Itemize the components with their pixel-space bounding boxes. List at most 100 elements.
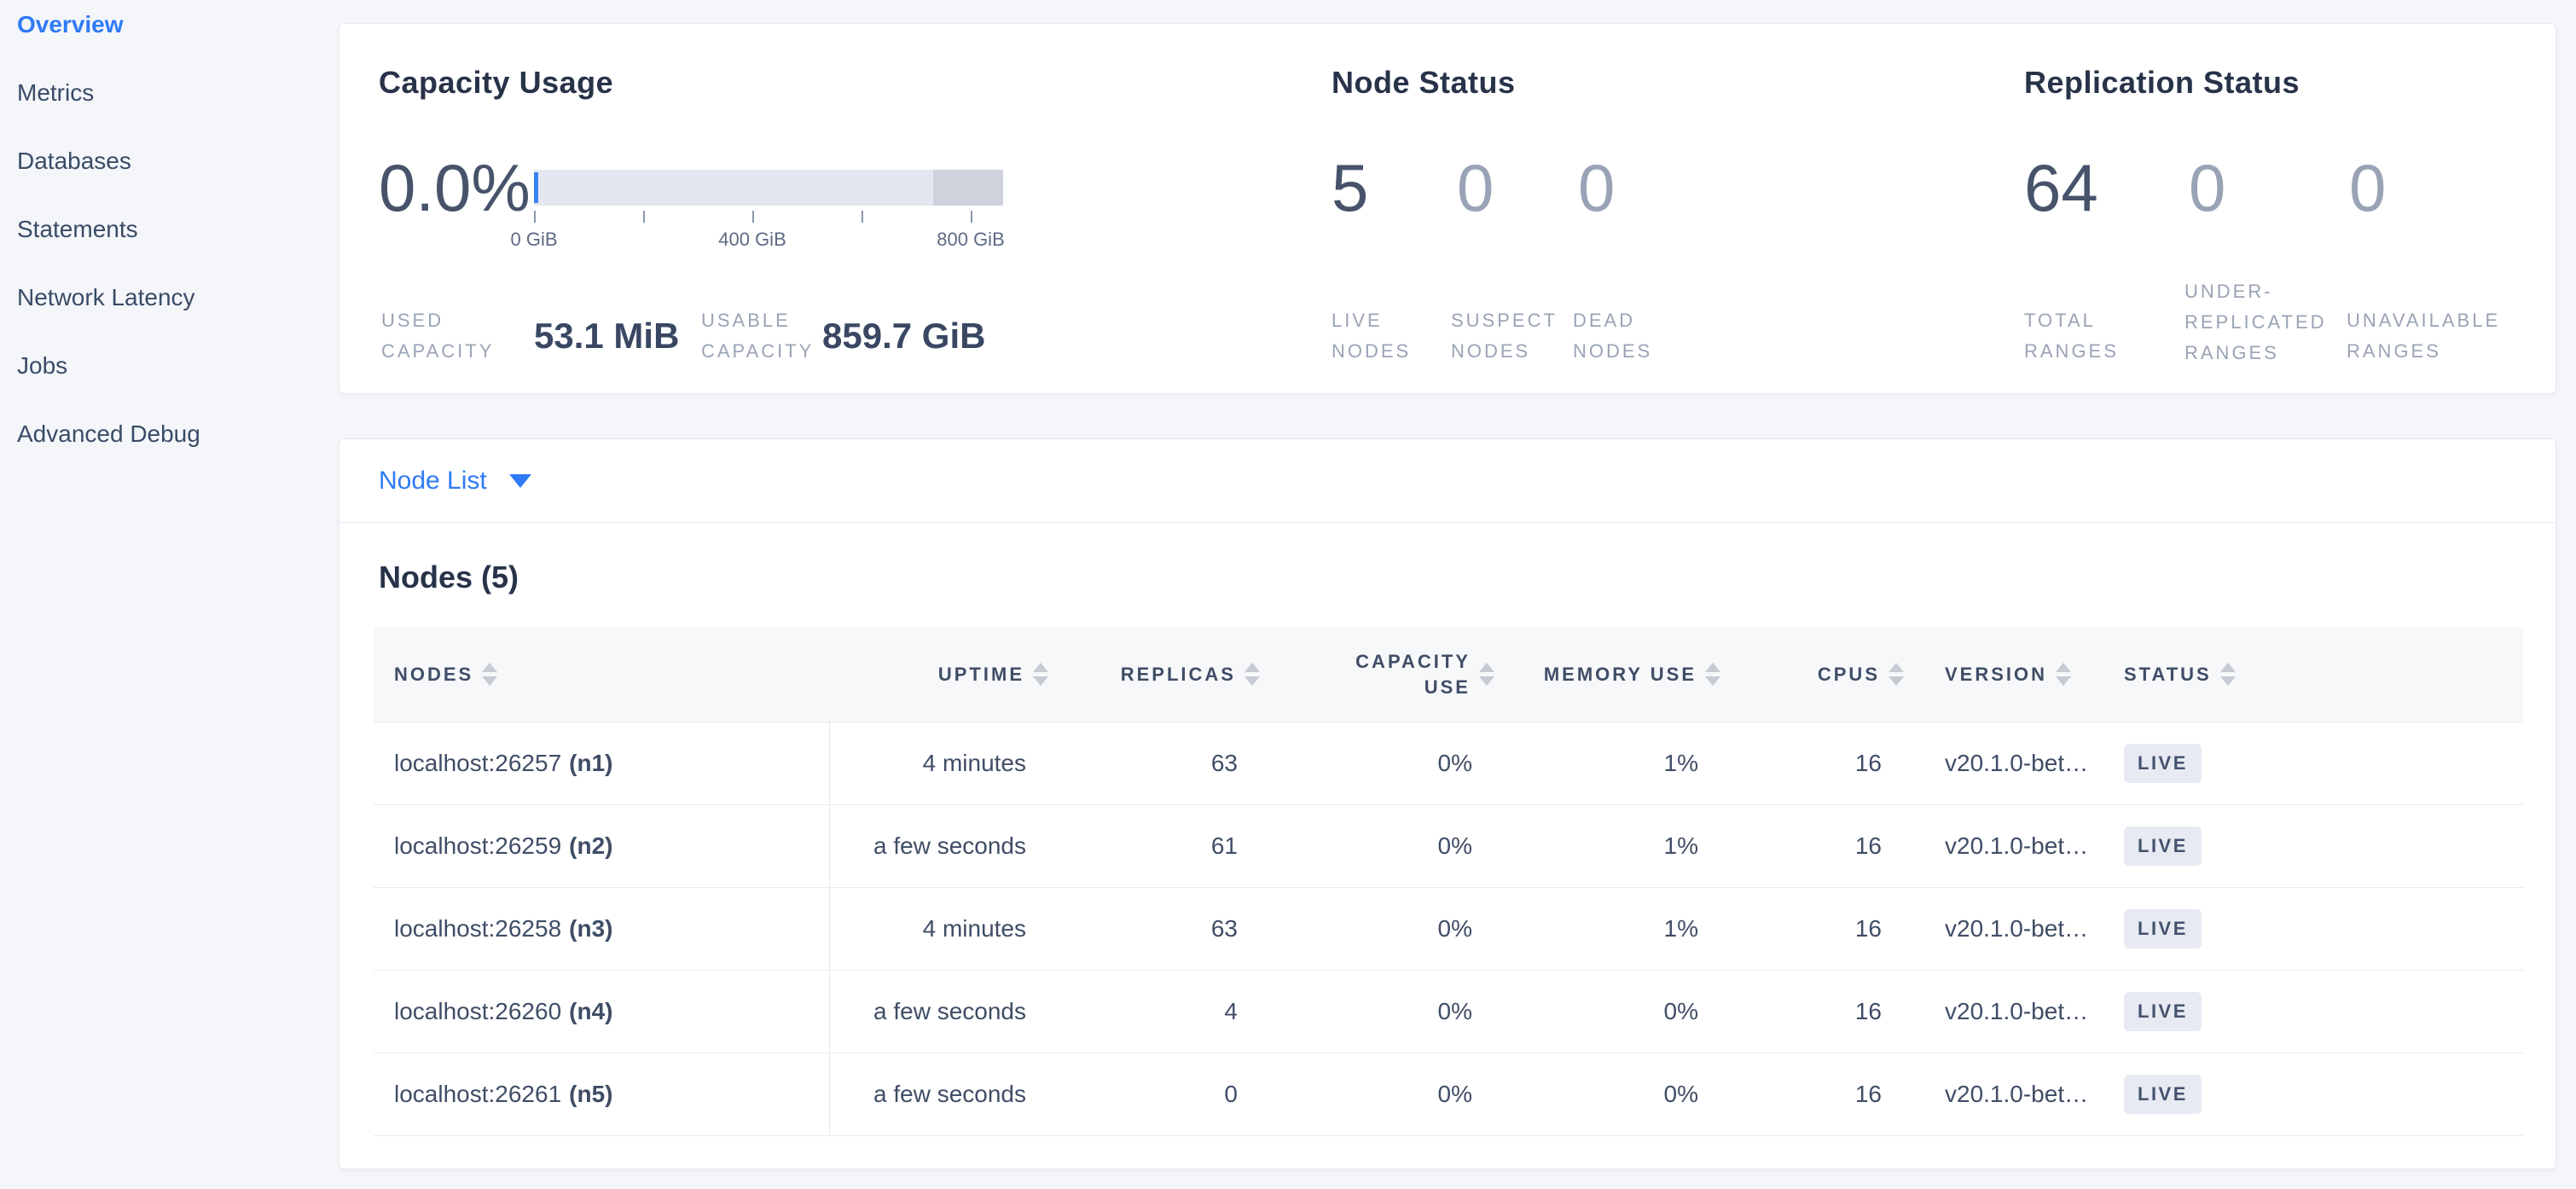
status-badge: LIVE bbox=[2124, 744, 2202, 783]
version-cell: v20.1.0-bet… bbox=[1924, 998, 2103, 1025]
node-name-cell[interactable]: localhost:26261(n5) bbox=[374, 1053, 830, 1135]
capacity-use-cell: 0% bbox=[1280, 832, 1515, 860]
total-ranges-count: 64 bbox=[2024, 152, 2098, 225]
memory-use-cell: 0% bbox=[1515, 998, 1741, 1025]
status-badge: LIVE bbox=[2124, 992, 2202, 1031]
sidebar-item-jobs[interactable]: Jobs bbox=[0, 332, 338, 400]
capacity-use-cell: 0% bbox=[1280, 998, 1515, 1025]
under-replicated-ranges-count: 0 bbox=[2189, 152, 2225, 225]
col-header-label: REPLICAS bbox=[1121, 664, 1236, 686]
sidebar-item-label: Databases bbox=[17, 148, 131, 175]
node-host: localhost:26258 bbox=[394, 915, 561, 942]
used-capacity-value: 53.1 MiB bbox=[534, 316, 679, 357]
node-list-dropdown-label: Node List bbox=[379, 467, 487, 496]
cpus-cell: 16 bbox=[1741, 915, 1924, 942]
replicas-cell: 63 bbox=[1069, 750, 1280, 777]
col-header-label: CAPACITY USE bbox=[1334, 649, 1471, 700]
replicas-cell: 4 bbox=[1069, 998, 1280, 1025]
col-header-label: STATUS bbox=[2124, 664, 2212, 686]
replication-status-section: Replication Status 64 0 0 TOTAL RANGES U… bbox=[2024, 24, 2544, 393]
memory-use-cell: 0% bbox=[1515, 1081, 1741, 1108]
sidebar-item-label: Statements bbox=[17, 216, 138, 243]
sidebar-item-label: Network Latency bbox=[17, 284, 195, 311]
capacity-used-percent: 0.0% bbox=[379, 152, 531, 225]
node-id: (n4) bbox=[569, 998, 612, 1025]
sidebar-item-label: Overview bbox=[17, 11, 124, 38]
replication-status-title: Replication Status bbox=[2024, 65, 2300, 101]
cluster-summary-card: Capacity Usage 0.0% 0 GiB 400 GiB 800 Gi… bbox=[339, 23, 2556, 394]
replicas-cell: 63 bbox=[1069, 915, 1280, 942]
col-header-label: NODES bbox=[394, 664, 473, 686]
col-header-label: VERSION bbox=[1945, 664, 2047, 686]
node-host: localhost:26260 bbox=[394, 998, 561, 1025]
sidebar-item-label: Jobs bbox=[17, 352, 67, 380]
capacity-use-cell: 0% bbox=[1280, 1081, 1515, 1108]
usable-capacity-value: 859.7 GiB bbox=[822, 316, 985, 357]
memory-use-cell: 1% bbox=[1515, 915, 1741, 942]
nodes-section-title: Nodes (5) bbox=[379, 560, 519, 595]
live-nodes-count: 5 bbox=[1332, 152, 1368, 225]
sidebar-item-databases[interactable]: Databases bbox=[0, 127, 338, 195]
node-name-cell[interactable]: localhost:26257 (n1) bbox=[374, 722, 830, 804]
nodes-table-header: NODES UPTIME REPLICAS CAPACITY USE MEMOR… bbox=[374, 627, 2523, 722]
sidebar-item-network-latency[interactable]: Network Latency bbox=[0, 264, 338, 332]
sidebar: Overview Metrics Databases Statements Ne… bbox=[0, 0, 338, 468]
node-id: (n3) bbox=[569, 915, 612, 942]
live-nodes-label: LIVE NODES bbox=[1332, 305, 1425, 367]
node-list-header: Node List bbox=[339, 439, 2556, 523]
sort-icon bbox=[1888, 663, 1904, 686]
nodes-table: NODES UPTIME REPLICAS CAPACITY USE MEMOR… bbox=[374, 627, 2523, 1136]
used-capacity-label: USED CAPACITY bbox=[381, 305, 526, 367]
cpus-cell: 16 bbox=[1741, 832, 1924, 860]
page: { "sidebar": { "items": [ { "label": "Ov… bbox=[0, 0, 2576, 1189]
memory-use-cell: 1% bbox=[1515, 832, 1741, 860]
node-list-dropdown[interactable]: Node List bbox=[379, 467, 531, 496]
sidebar-item-metrics[interactable]: Metrics bbox=[0, 59, 338, 127]
col-header-label: CPUS bbox=[1818, 664, 1880, 686]
uptime-cell: 4 minutes bbox=[830, 915, 1069, 942]
col-header-version[interactable]: VERSION bbox=[1924, 663, 2103, 686]
node-host: localhost:26261 bbox=[394, 1081, 561, 1108]
col-header-cpus[interactable]: CPUS bbox=[1741, 663, 1924, 686]
status-cell: LIVE bbox=[2103, 744, 2523, 783]
cpus-cell: 16 bbox=[1741, 1081, 1924, 1108]
memory-use-cell: 1% bbox=[1515, 750, 1741, 777]
table-row: localhost:26260(n4) a few seconds 4 0% 0… bbox=[374, 971, 2523, 1053]
axis-tick bbox=[534, 211, 536, 223]
col-header-memory-use[interactable]: MEMORY USE bbox=[1515, 663, 1741, 686]
sidebar-item-statements[interactable]: Statements bbox=[0, 195, 338, 264]
node-host: localhost:26259 bbox=[394, 832, 561, 860]
col-header-status[interactable]: STATUS bbox=[2103, 663, 2523, 686]
capacity-usage-title: Capacity Usage bbox=[379, 65, 613, 101]
node-name-cell[interactable]: localhost:26260 (n4) bbox=[374, 971, 830, 1053]
version-cell: v20.1.0-bet… bbox=[1924, 832, 2103, 860]
status-cell: LIVE bbox=[2103, 826, 2523, 866]
axis-label-800: 800 GiB bbox=[937, 229, 1005, 251]
sidebar-item-advanced-debug[interactable]: Advanced Debug bbox=[0, 400, 338, 468]
sort-icon bbox=[482, 663, 497, 686]
col-header-replicas[interactable]: REPLICAS bbox=[1069, 663, 1280, 686]
dead-nodes-count: 0 bbox=[1578, 152, 1615, 225]
total-ranges-label: TOTAL RANGES bbox=[2024, 305, 2144, 367]
caret-down-icon bbox=[509, 474, 531, 488]
col-header-uptime[interactable]: UPTIME bbox=[830, 663, 1069, 686]
node-name-cell[interactable]: localhost:26258 (n3) bbox=[374, 888, 830, 970]
table-row: localhost:26259(n2) a few seconds 61 0% … bbox=[374, 805, 2523, 888]
col-header-label: UPTIME bbox=[938, 664, 1024, 686]
node-status-title: Node Status bbox=[1332, 65, 1516, 101]
col-header-capacity-use[interactable]: CAPACITY USE bbox=[1280, 649, 1515, 700]
suspect-nodes-label: SUSPECT NODES bbox=[1451, 305, 1579, 367]
cpus-cell: 16 bbox=[1741, 750, 1924, 777]
col-header-nodes[interactable]: NODES bbox=[374, 663, 830, 686]
dead-nodes-label: DEAD NODES bbox=[1573, 305, 1667, 367]
capacity-use-cell: 0% bbox=[1280, 915, 1515, 942]
node-id: (n1) bbox=[569, 750, 612, 777]
sidebar-item-overview[interactable]: Overview bbox=[0, 0, 338, 59]
node-status-section: Node Status 5 0 0 LIVE NODES SUSPECT NOD… bbox=[1332, 24, 1946, 393]
node-host: localhost:26257 bbox=[394, 750, 561, 777]
sort-icon bbox=[1244, 663, 1260, 686]
status-cell: LIVE bbox=[2103, 909, 2523, 948]
table-row: localhost:26257(n1) 4 minutes 63 0% 1% 1… bbox=[374, 722, 2523, 805]
status-cell: LIVE bbox=[2103, 1075, 2523, 1114]
node-name-cell[interactable]: localhost:26259(n2) bbox=[374, 805, 830, 887]
